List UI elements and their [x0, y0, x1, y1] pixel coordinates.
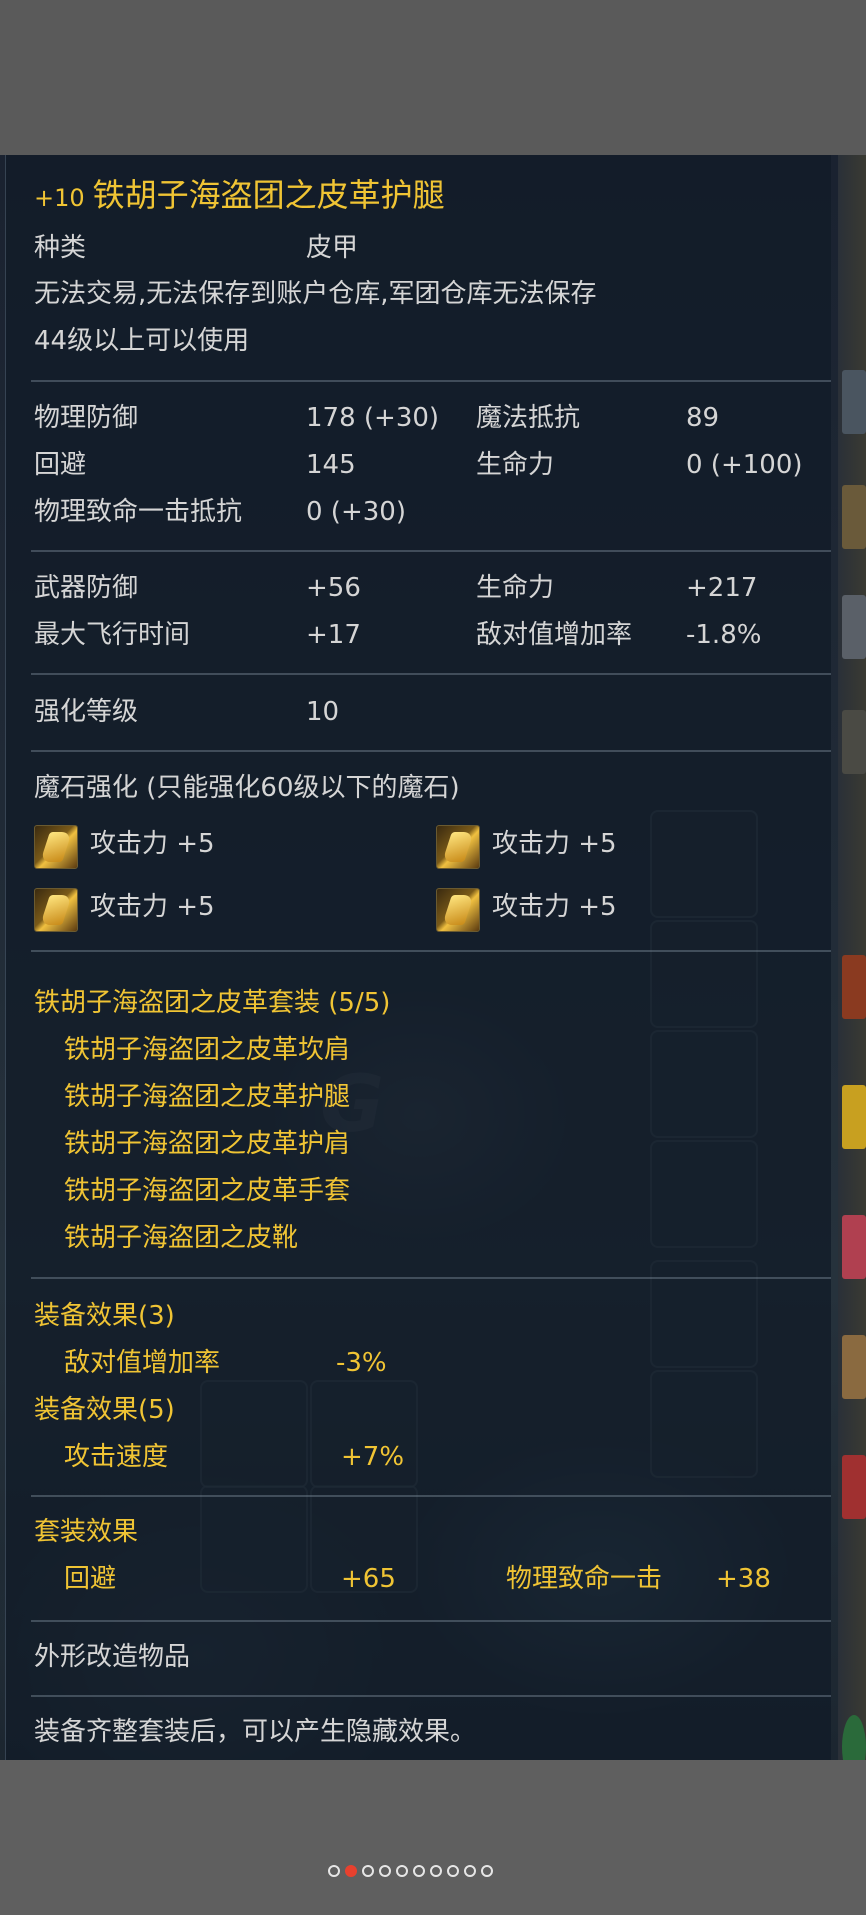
set-piece: 铁胡子海盗团之皮革手套 — [64, 1176, 351, 1206]
equip-effect-label: 攻击速度 — [64, 1442, 169, 1472]
right-action-strip — [838, 155, 866, 1779]
page-dot[interactable] — [396, 1865, 408, 1877]
page-dot[interactable] — [430, 1865, 442, 1877]
level-requirement: 44级以上可以使用 — [34, 326, 250, 356]
set-title: 铁胡子海盗团之皮革套装 (5/5) — [34, 988, 391, 1018]
divider — [31, 550, 831, 552]
appearance-modification: 外形改造物品 — [34, 1642, 191, 1672]
set-piece: 铁胡子海盗团之皮革坎肩 — [64, 1035, 351, 1065]
equip-effect-label: 敌对值增加率 — [64, 1348, 221, 1378]
category-value: 皮甲 — [306, 233, 359, 263]
strip-slot[interactable] — [842, 710, 866, 774]
divider — [31, 1277, 831, 1279]
manastone-header: 魔石强化 (只能强化60级以下的魔石) — [34, 773, 460, 803]
manastone-text: 攻击力 +5 — [90, 892, 215, 922]
manastone-text: 攻击力 +5 — [90, 829, 215, 859]
manastone-text: 攻击力 +5 — [492, 829, 617, 859]
strip-slot[interactable] — [842, 1455, 866, 1519]
stat-label: 敌对值增加率 — [476, 620, 633, 650]
stat-value: +17 — [306, 620, 361, 650]
manastone-text: 攻击力 +5 — [492, 892, 617, 922]
manastone-icon[interactable] — [436, 888, 480, 932]
manastone-icon[interactable] — [34, 825, 78, 869]
page-dot[interactable] — [464, 1865, 476, 1877]
page-dot[interactable] — [328, 1865, 340, 1877]
item-title: +10 铁胡子海盗团之皮革护腿 — [34, 175, 445, 218]
page-indicator — [328, 1865, 493, 1877]
stat-value: -1.8% — [686, 620, 762, 650]
enhance-level-value: 10 — [306, 697, 340, 727]
divider — [31, 1620, 831, 1622]
strip-slot[interactable] — [842, 1215, 866, 1279]
divider — [31, 750, 831, 752]
stat-label: 回避 — [34, 450, 87, 480]
stat-label: 物理防御 — [34, 403, 139, 433]
divider — [31, 1495, 831, 1497]
strip-slot[interactable] — [842, 1335, 866, 1399]
strip-slot[interactable] — [842, 485, 866, 549]
restriction-text: 无法交易,无法保存到账户仓库,军团仓库无法保存 — [34, 279, 597, 309]
category-label: 种类 — [34, 233, 87, 263]
divider — [31, 380, 831, 382]
page-dot-active[interactable] — [345, 1865, 357, 1877]
set-piece: 铁胡子海盗团之皮革护腿 — [64, 1082, 351, 1112]
set-effect-value: +38 — [716, 1564, 771, 1594]
enhance-level-label: 强化等级 — [34, 697, 139, 727]
strip-slot[interactable] — [842, 1085, 866, 1149]
page-dot[interactable] — [481, 1865, 493, 1877]
set-effect-header: 套装效果 — [34, 1517, 139, 1547]
stat-value: 89 — [686, 403, 720, 433]
stat-value: 145 — [306, 450, 356, 480]
item-name: 铁胡子海盗团之皮革护腿 — [92, 176, 445, 214]
stat-value: +56 — [306, 573, 361, 603]
viewer-top-bar — [0, 0, 866, 155]
item-tooltip: +10 铁胡子海盗团之皮革护腿 种类 皮甲 无法交易,无法保存到账户仓库,军团仓库… — [5, 155, 831, 1760]
set-effect-label: 回避 — [64, 1564, 117, 1594]
set-effect-label: 物理致命一击 — [506, 1564, 663, 1594]
stat-label: 武器防御 — [34, 573, 139, 603]
strip-slot[interactable] — [842, 595, 866, 659]
viewer-bottom-bar — [0, 1760, 866, 1915]
strip-slot[interactable] — [842, 370, 866, 434]
footer-note: 装备齐整套装后，可以产生隐藏效果。 — [34, 1717, 477, 1747]
manastone-icon[interactable] — [34, 888, 78, 932]
stat-value: +217 — [686, 573, 758, 603]
stat-value: 0 (+100) — [686, 450, 803, 480]
stat-label: 物理致命一击抵抗 — [34, 497, 243, 527]
strip-slot[interactable] — [842, 955, 866, 1019]
equip-effect-value: -3% — [336, 1348, 387, 1378]
page-dot[interactable] — [379, 1865, 391, 1877]
equip-effect-header: 装备效果(5) — [34, 1395, 175, 1425]
equip-effect-value: +7% — [341, 1442, 405, 1472]
stat-value: 178 (+30) — [306, 403, 440, 433]
stat-value: 0 (+30) — [306, 497, 406, 527]
divider — [31, 950, 831, 952]
stat-label: 生命力 — [476, 450, 555, 480]
page-dot[interactable] — [447, 1865, 459, 1877]
stat-label: 最大飞行时间 — [34, 620, 191, 650]
stat-label: 魔法抵抗 — [476, 403, 581, 433]
stat-label: 生命力 — [476, 573, 555, 603]
set-piece: 铁胡子海盗团之皮革护肩 — [64, 1129, 351, 1159]
equip-effect-header: 装备效果(3) — [34, 1301, 175, 1331]
divider — [31, 673, 831, 675]
set-effect-value: +65 — [341, 1564, 396, 1594]
set-piece: 铁胡子海盗团之皮靴 — [64, 1223, 299, 1253]
page-dot[interactable] — [413, 1865, 425, 1877]
manastone-icon[interactable] — [436, 825, 480, 869]
enhance-level-prefix: +10 — [34, 184, 85, 212]
divider — [31, 1695, 831, 1697]
page-dot[interactable] — [362, 1865, 374, 1877]
